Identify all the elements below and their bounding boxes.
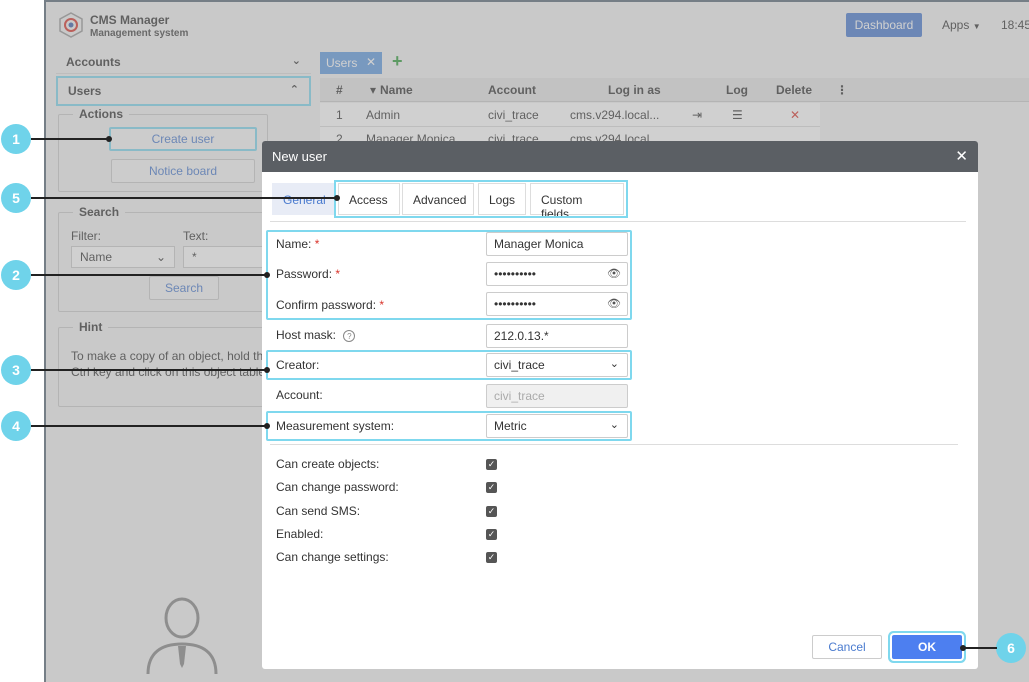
callout-line xyxy=(31,197,337,199)
host-mask-input[interactable]: 212.0.13.* xyxy=(486,324,628,348)
callout-dot xyxy=(334,195,340,201)
ok-button[interactable]: OK xyxy=(892,635,962,659)
checkbox-can-send-sms[interactable]: ✓ xyxy=(486,506,497,517)
password-value: •••••••••• xyxy=(494,267,537,281)
callout-dot xyxy=(264,272,270,278)
eye-icon[interactable]: 👁 xyxy=(607,297,621,310)
callout-5: 5 xyxy=(1,183,31,213)
password-label-text: Password: xyxy=(276,267,333,281)
chevron-down-icon: ⌄ xyxy=(609,419,619,431)
cancel-button[interactable]: Cancel xyxy=(812,635,882,659)
tabs-highlight xyxy=(334,180,628,218)
account-label: Account: xyxy=(276,388,323,402)
dialog-title: New user xyxy=(272,149,327,164)
checkbox-can-change-password[interactable]: ✓ xyxy=(486,482,497,493)
confirm-password-label: Confirm password: * xyxy=(276,298,384,312)
name-label: Name: * xyxy=(276,237,319,251)
measurement-value: Metric xyxy=(494,419,527,433)
callout-2: 2 xyxy=(1,260,31,290)
callout-line xyxy=(31,425,267,427)
checkbox-can-change-settings[interactable]: ✓ xyxy=(486,552,497,563)
name-label-text: Name: xyxy=(276,237,312,251)
creator-label: Creator: xyxy=(276,358,320,372)
checkbox-label: Enabled: xyxy=(276,527,324,541)
new-user-dialog: New user ✕ General Access Advanced Logs … xyxy=(262,141,978,669)
eye-icon[interactable]: 👁 xyxy=(607,267,621,280)
tab-general[interactable]: General xyxy=(272,183,334,215)
help-icon[interactable]: ? xyxy=(343,330,356,342)
chevron-down-icon: ⌄ xyxy=(609,358,619,370)
callout-line xyxy=(31,274,267,276)
confirm-value: •••••••••• xyxy=(494,297,537,311)
checkbox-label: Can change password: xyxy=(276,480,399,494)
measurement-label: Measurement system: xyxy=(276,419,395,433)
name-input[interactable]: Manager Monica xyxy=(486,232,628,256)
callout-1: 1 xyxy=(1,124,31,154)
callout-dot xyxy=(264,367,270,373)
required-mark: * xyxy=(379,298,385,312)
checkbox-enabled[interactable]: ✓ xyxy=(486,529,497,540)
close-icon[interactable]: ✕ xyxy=(955,147,968,165)
callout-dot xyxy=(106,136,112,142)
callout-6: 6 xyxy=(996,633,1026,663)
confirm-password-input[interactable]: •••••••••• 👁 xyxy=(486,292,628,316)
checkbox-can-create-objects[interactable]: ✓ xyxy=(486,459,497,470)
measurement-select[interactable]: Metric ⌄ xyxy=(486,414,628,438)
section-divider xyxy=(270,444,958,445)
host-mask-label: Host mask: ? xyxy=(276,328,356,342)
callout-dot xyxy=(264,423,270,429)
callout-line xyxy=(963,647,997,649)
dialog-header: New user ✕ xyxy=(262,141,978,172)
callout-3: 3 xyxy=(1,355,31,385)
account-input: civi_trace xyxy=(486,384,628,408)
checkbox-label: Can create objects: xyxy=(276,457,380,471)
checkbox-label: Can change settings: xyxy=(276,550,389,564)
callout-line xyxy=(31,369,267,371)
password-label: Password: * xyxy=(276,267,340,281)
password-input[interactable]: •••••••••• 👁 xyxy=(486,262,628,286)
required-mark: * xyxy=(314,237,320,251)
checkbox-label: Can send SMS: xyxy=(276,504,361,518)
callout-line xyxy=(31,138,109,140)
callout-dot xyxy=(960,645,966,651)
hostmask-label-text: Host mask: xyxy=(276,328,337,342)
tab-divider xyxy=(270,221,966,222)
callout-4: 4 xyxy=(1,411,31,441)
confirm-label-text: Confirm password: xyxy=(276,298,377,312)
creator-value: civi_trace xyxy=(494,358,545,372)
creator-select[interactable]: civi_trace ⌄ xyxy=(486,353,628,377)
required-mark: * xyxy=(335,267,341,281)
